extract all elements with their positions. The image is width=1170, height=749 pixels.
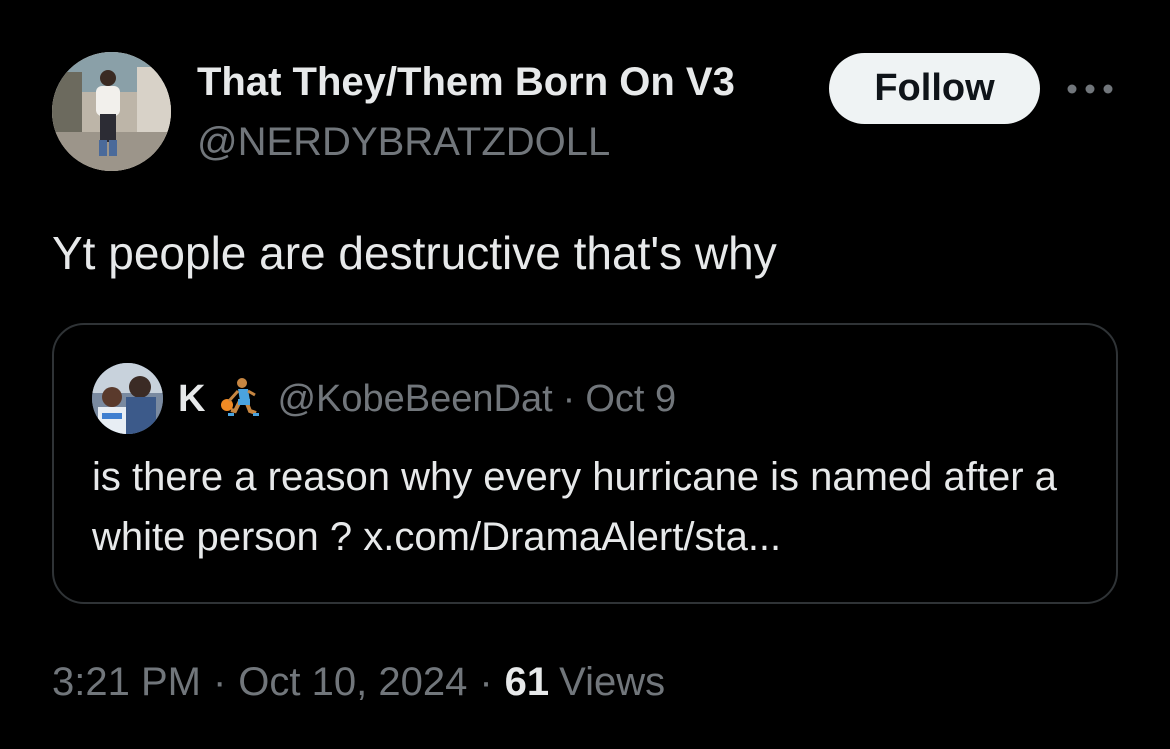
more-options-button[interactable] <box>1062 74 1118 104</box>
quoted-tweet[interactable]: K @KobeBeenDat · Oct 9 is there a reason… <box>52 323 1118 604</box>
tweet-time[interactable]: 3:21 PM <box>52 660 201 705</box>
quoted-tweet-link[interactable]: x.com/DramaAlert/sta... <box>363 515 781 559</box>
separator-dot: · <box>562 377 576 420</box>
quoted-tweet-header: K @KobeBeenDat · Oct 9 <box>178 375 676 423</box>
quoted-tweet-text: is there a reason why every hurricane is… <box>92 447 1092 567</box>
author-avatar[interactable] <box>52 52 171 171</box>
follow-button[interactable]: Follow <box>829 53 1040 124</box>
basketball-player-emoji <box>221 378 260 416</box>
tweet-date[interactable]: Oct 10, 2024 <box>238 660 467 705</box>
separator-dot: · <box>479 659 493 704</box>
tweet-card: That They/Them Born On V3 @NERDYBRATZDOL… <box>0 0 1170 749</box>
views-label: Views <box>559 659 666 704</box>
ellipsis-icon <box>1067 84 1113 94</box>
quoted-user-avatar[interactable] <box>92 363 163 434</box>
views-count: 61 <box>504 659 550 704</box>
author-handle[interactable]: @NERDYBRATZDOLL <box>197 118 610 166</box>
tweet-text: Yt people are destructive that's why <box>52 227 777 279</box>
author-display-name[interactable]: That They/Them Born On V3 <box>197 58 817 106</box>
quoted-user-name[interactable]: K <box>178 378 205 421</box>
separator-dot: · <box>212 659 227 704</box>
author-avatar-image <box>52 52 171 171</box>
quoted-user-handle[interactable]: @KobeBeenDat <box>277 378 552 421</box>
tweet-meta: 3:21 PM · Oct 10, 2024 · 61 Views <box>52 656 665 708</box>
quoted-avatar-image <box>92 363 163 434</box>
quoted-tweet-date[interactable]: Oct 9 <box>585 378 676 421</box>
